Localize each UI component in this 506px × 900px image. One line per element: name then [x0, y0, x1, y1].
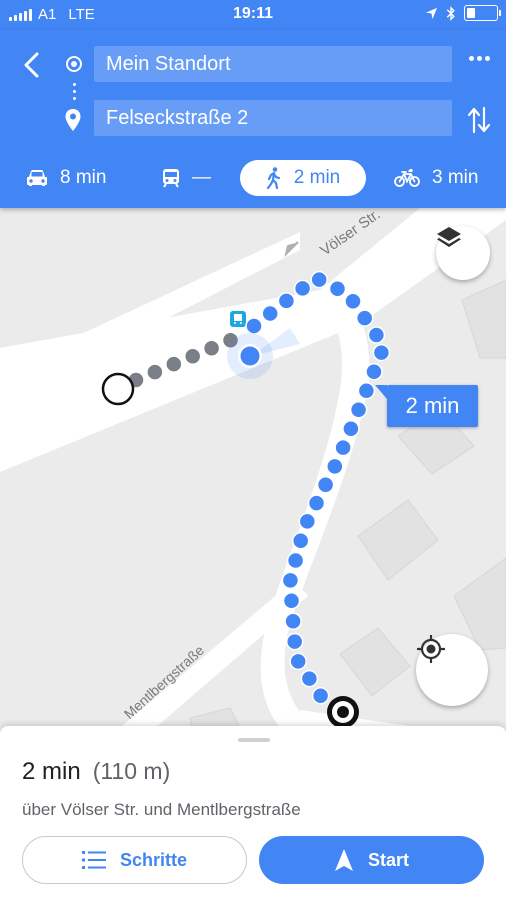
layers-button[interactable]	[436, 226, 490, 280]
swap-icon[interactable]	[468, 106, 490, 134]
route-dot-remaining	[307, 494, 326, 512]
route-summary: 2 min (110 m)	[22, 758, 170, 786]
bus-stop-icon	[230, 311, 246, 327]
route-dot-remaining	[365, 362, 383, 381]
route-dot-walked	[146, 363, 164, 381]
route-dot-remaining	[261, 304, 279, 323]
route-dot-walked	[183, 347, 202, 365]
battery-icon	[464, 5, 501, 21]
route-dot-remaining	[344, 292, 362, 310]
route-dot-remaining	[289, 652, 307, 671]
back-button[interactable]	[16, 48, 46, 82]
origin-circle	[101, 372, 135, 406]
more-options-button[interactable]	[469, 56, 490, 61]
route-dot-remaining	[328, 280, 347, 298]
route-dot-remaining	[311, 687, 330, 705]
route-dot-remaining	[357, 381, 376, 400]
directions-header: Mein Standort Felseckstraße 2 8 min — 2 …	[0, 30, 506, 208]
route-dot-remaining	[342, 419, 360, 438]
route-dot-remaining	[293, 279, 312, 298]
tab-driving[interactable]: 8 min	[26, 160, 106, 196]
route-summary-sheet[interactable]: 2 min (110 m) über Völser Str. und Mentl…	[0, 726, 506, 900]
back-arrow-icon	[24, 52, 39, 78]
destination-marker	[327, 696, 359, 728]
tab-walking-time: 2 min	[293, 167, 341, 188]
route-duration-badge[interactable]: 2 min	[375, 385, 478, 427]
layers-icon	[437, 227, 461, 247]
route-via: über Völser Str. und Mentlbergstraße	[22, 800, 301, 819]
walk-icon	[266, 167, 280, 189]
route-dot-remaining	[372, 343, 391, 362]
route-dot-remaining	[298, 512, 317, 531]
tab-cycling-time: 3 min	[432, 167, 479, 188]
crosshair-icon	[417, 635, 445, 663]
route-dot-remaining	[291, 531, 310, 550]
start-label: Start	[367, 849, 409, 870]
start-navigation-button[interactable]: Start	[259, 836, 484, 884]
sheet-drag-handle[interactable]	[238, 738, 270, 742]
route-dot-remaining	[367, 326, 386, 344]
train-icon	[163, 169, 179, 188]
status-bar: A1 LTE 19:11	[0, 0, 506, 30]
route-duration: 2 min	[22, 758, 81, 785]
route-dot-remaining	[310, 270, 328, 289]
car-icon	[27, 170, 47, 186]
route-dot-remaining	[286, 551, 305, 570]
destination-pin-icon	[65, 109, 81, 131]
tab-cycling[interactable]: 3 min	[394, 160, 478, 196]
route-dot-remaining	[282, 592, 301, 610]
steps-button[interactable]: Schritte	[22, 836, 247, 884]
my-location-button[interactable]	[416, 634, 488, 706]
route-dot-remaining	[285, 632, 304, 651]
route-dot-walked	[202, 339, 221, 357]
route-dot-remaining	[281, 571, 300, 590]
route-dot-walked	[165, 355, 183, 373]
tab-driving-time: 8 min	[60, 167, 107, 188]
route-dot-remaining	[277, 292, 296, 310]
route-dot-remaining	[245, 317, 263, 335]
steps-label: Schritte	[119, 849, 188, 870]
route-dot-remaining	[349, 400, 368, 419]
route-dot-remaining	[300, 669, 319, 688]
route-dot-remaining	[284, 612, 302, 630]
route-connector	[73, 83, 76, 100]
tab-transit-time: —	[192, 167, 211, 188]
route-distance: (110 m)	[92, 758, 171, 784]
bluetooth-icon	[446, 5, 455, 21]
route-dot-remaining	[334, 438, 352, 457]
list-icon	[81, 851, 106, 869]
travel-mode-tabs: 8 min — 2 min 3 min	[0, 158, 506, 198]
origin-icon	[66, 56, 82, 72]
navigation-arrow-icon	[334, 849, 353, 871]
tab-transit[interactable]: —	[162, 160, 211, 196]
tab-walking[interactable]: 2 min	[240, 160, 366, 196]
map-view[interactable]: Völser Str. Mentlbergstraße 2 min	[0, 208, 506, 748]
origin-field[interactable]: Mein Standort	[94, 46, 452, 82]
route-dot-remaining	[326, 457, 344, 476]
destination-field[interactable]: Felseckstraße 2	[94, 100, 452, 136]
route-dot-remaining	[316, 475, 335, 494]
bike-icon	[394, 168, 420, 187]
location-arrow-icon	[425, 7, 438, 19]
route-dot-remaining	[355, 309, 374, 327]
